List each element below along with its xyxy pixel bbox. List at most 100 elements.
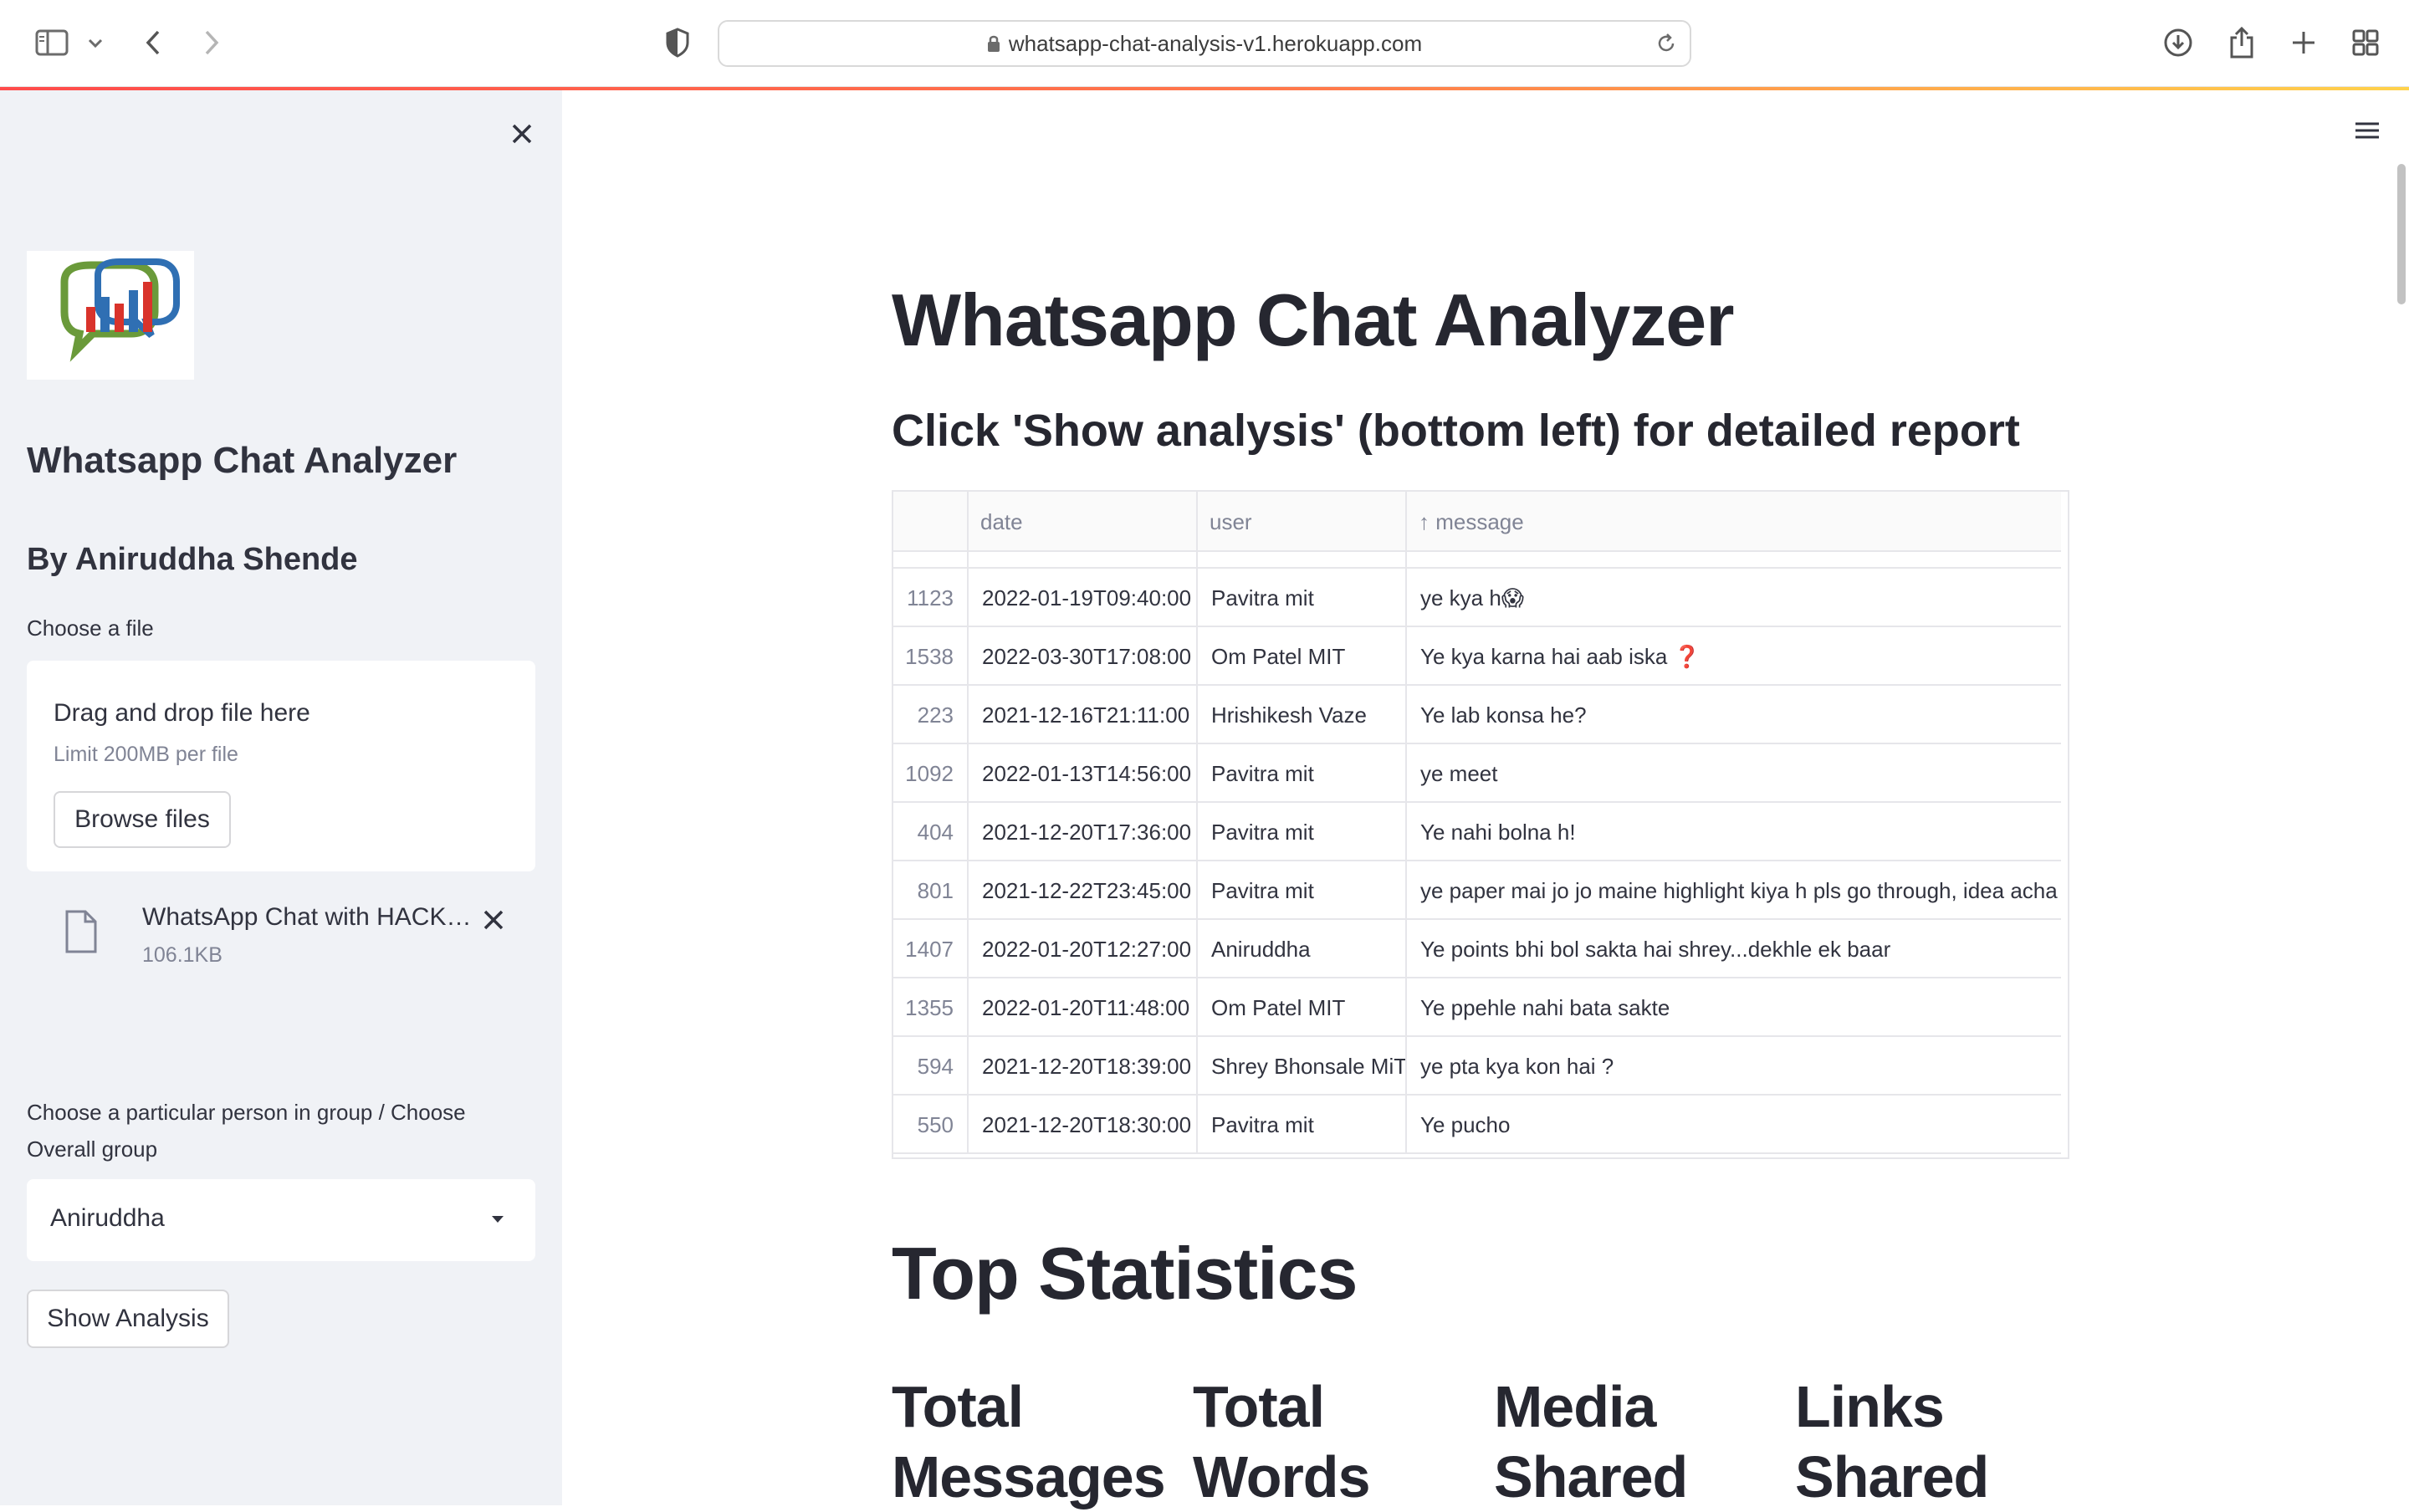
sidebar-author: By Aniruddha Shende xyxy=(27,542,358,577)
person-select[interactable]: Aniruddha xyxy=(27,1179,535,1261)
message-cell[interactable]: ye kya h😱 xyxy=(1407,569,2061,627)
file-uploader-label: Choose a file xyxy=(27,616,154,641)
stat-header-total-words: Total Words xyxy=(1193,1374,1371,1509)
stat-header-total-messages: Total Messages xyxy=(892,1374,1166,1509)
message-cell[interactable]: Ye lab konsa he? xyxy=(1407,686,2061,744)
page-subtitle: Click 'Show analysis' (bottom left) for … xyxy=(892,406,2020,456)
message-cell[interactable]: ye pta kya kon hai ? xyxy=(1407,1037,2061,1096)
row-index-cell[interactable]: 1123 xyxy=(893,569,969,627)
stat-header-media-shared: Media Shared xyxy=(1494,1374,1688,1509)
app-logo xyxy=(27,251,194,380)
reload-icon[interactable] xyxy=(1655,32,1678,55)
table-body[interactable]: 15192022-02-23T18:03:00Hrishikesh Vazeye… xyxy=(893,544,2061,1157)
browse-files-button[interactable]: Browse files xyxy=(54,791,231,848)
table-header: date user ↑ message xyxy=(893,492,2061,552)
date-cell[interactable]: 2022-01-20T11:48:00 xyxy=(969,978,1198,1037)
date-cell[interactable]: 2021-12-16T21:11:00 xyxy=(969,686,1198,744)
user-cell[interactable]: Pavitra mit xyxy=(1198,803,1407,861)
row-index-cell[interactable]: 1407 xyxy=(893,920,969,978)
row-index-cell[interactable]: 1538 xyxy=(893,627,969,686)
date-cell[interactable]: 2021-12-20T17:36:00 xyxy=(969,803,1198,861)
sidebar-toggle-icon[interactable] xyxy=(32,25,72,60)
table-row[interactable]: 1355 2022-01-20T11:48:00 Om Patel MIT Ye pp… xyxy=(893,978,2061,1037)
message-cell[interactable]: Ye kya karna hai aab iska ❓ xyxy=(1407,627,2061,686)
sidebar-title: Whatsapp Chat Analyzer xyxy=(27,440,458,481)
top-statistics-heading: Top Statistics xyxy=(892,1232,1358,1315)
user-cell[interactable]: Om Patel MIT xyxy=(1198,978,1407,1037)
tab-overview-icon[interactable] xyxy=(2349,25,2382,60)
row-index-cell[interactable]: 550 xyxy=(893,1096,969,1154)
table-row[interactable]: 1092 2022-01-13T14:56:00 Pavitra mit ye mee… xyxy=(893,744,2061,803)
row-index-cell[interactable]: 594 xyxy=(893,1037,969,1096)
show-analysis-button[interactable]: Show Analysis xyxy=(27,1290,229,1348)
user-cell[interactable]: Pavitra mit xyxy=(1198,1096,1407,1154)
user-cell[interactable]: Pavitra mit xyxy=(1198,569,1407,627)
chevron-down-icon[interactable] xyxy=(84,32,107,55)
file-icon xyxy=(65,910,97,953)
person-select-value: Aniruddha xyxy=(50,1204,165,1232)
user-cell[interactable]: Om Patel MIT xyxy=(1198,627,1407,686)
user-cell[interactable]: Aniruddha xyxy=(1198,920,1407,978)
new-tab-plus-icon[interactable] xyxy=(2287,25,2320,60)
table-row[interactable]: 1407 2022-01-20T12:27:00 Aniruddha Ye point… xyxy=(893,920,2061,978)
sidebar: Whatsapp Chat Analyzer By Aniruddha Shen… xyxy=(0,90,562,1505)
lock-icon xyxy=(987,35,1000,52)
table-row[interactable]: 1538 2022-03-30T17:08:00 Om Patel MIT Ye ky… xyxy=(893,627,2061,686)
url-text: whatsapp-chat-analysis-v1.herokuapp.com xyxy=(1008,30,1423,56)
table-row[interactable]: 550 2021-12-20T18:30:00 Pavitra mit Ye puch… xyxy=(893,1096,2061,1154)
page-title: Whatsapp Chat Analyzer xyxy=(892,278,1734,361)
messages-dataframe[interactable]: 15192022-02-23T18:03:00Hrishikesh Vazeye… xyxy=(892,490,2069,1159)
date-cell[interactable]: 2021-12-22T23:45:00 xyxy=(969,861,1198,920)
table-row[interactable]: 801 2021-12-22T23:45:00 Pavitra mit ye pape… xyxy=(893,861,2061,920)
table-row[interactable]: 404 2021-12-20T17:36:00 Pavitra mit Ye nahi… xyxy=(893,803,2061,861)
user-cell[interactable]: Shrey Bhonsale MiT xyxy=(1198,1037,1407,1096)
caret-down-icon xyxy=(492,1216,504,1223)
column-header-user[interactable]: user xyxy=(1198,492,1407,552)
table-row[interactable]: 1123 2022-01-19T09:40:00 Pavitra mit ye kya… xyxy=(893,569,2061,627)
forward-arrow-icon[interactable] xyxy=(196,25,228,60)
date-cell[interactable]: 2022-01-20T12:27:00 xyxy=(969,920,1198,978)
stat-header-links-shared: Links Shared xyxy=(1795,1374,1989,1509)
row-index-cell[interactable]: 1092 xyxy=(893,744,969,803)
dropzone-limit: Limit 200MB per file xyxy=(54,743,238,766)
row-index-cell[interactable]: 801 xyxy=(893,861,969,920)
message-cell[interactable]: Ye ppehle nahi bata sakte xyxy=(1407,978,2061,1037)
person-select-label: Choose a particular person in group / Ch… xyxy=(27,1100,466,1162)
message-cell[interactable]: ye paper mai jo jo maine highlight kiya … xyxy=(1407,861,2061,920)
user-cell[interactable]: Pavitra mit xyxy=(1198,861,1407,920)
user-cell[interactable]: Hrishikesh Vaze xyxy=(1198,686,1407,744)
share-icon[interactable] xyxy=(2225,23,2258,62)
page-scrollbar[interactable] xyxy=(2397,164,2406,304)
address-bar[interactable]: whatsapp-chat-analysis-v1.herokuapp.com xyxy=(718,20,1691,67)
hamburger-menu-icon[interactable] xyxy=(2350,114,2384,147)
row-index-cell[interactable]: 223 xyxy=(893,686,969,744)
close-sidebar-icon[interactable] xyxy=(504,115,540,152)
column-header-date[interactable]: date xyxy=(969,492,1198,552)
back-arrow-icon[interactable] xyxy=(137,25,169,60)
date-cell[interactable]: 2022-03-30T17:08:00 xyxy=(969,627,1198,686)
user-cell[interactable]: Pavitra mit xyxy=(1198,744,1407,803)
message-cell[interactable]: Ye pucho xyxy=(1407,1096,2061,1154)
browser-toolbar: whatsapp-chat-analysis-v1.herokuapp.com xyxy=(0,0,2409,87)
dropzone-title: Drag and drop file here xyxy=(54,699,310,727)
message-cell[interactable]: ye meet xyxy=(1407,744,2061,803)
uploaded-file-size: 106.1KB xyxy=(142,943,222,967)
privacy-shield-icon[interactable] xyxy=(661,25,694,60)
message-cell[interactable]: Ye nahi bolna h! xyxy=(1407,803,2061,861)
table-row[interactable]: 223 2021-12-16T21:11:00 Hrishikesh Vaze Ye … xyxy=(893,686,2061,744)
column-header-message[interactable]: ↑ message xyxy=(1407,492,2061,552)
uploaded-file-item: WhatsApp Chat with HACKA... 106.1KB xyxy=(27,893,535,985)
message-cell[interactable]: Ye points bhi bol sakta hai shrey...dekh… xyxy=(1407,920,2061,978)
index-column-header xyxy=(893,492,969,552)
uploaded-file-name: WhatsApp Chat with HACKA... xyxy=(142,903,477,931)
table-row[interactable]: 594 2021-12-20T18:39:00 Shrey Bhonsale MiT… xyxy=(893,1037,2061,1096)
row-index-cell[interactable]: 404 xyxy=(893,803,969,861)
remove-file-icon[interactable] xyxy=(477,903,510,937)
file-dropzone[interactable]: Drag and drop file here Limit 200MB per … xyxy=(27,661,535,871)
download-icon[interactable] xyxy=(2161,25,2195,60)
row-index-cell[interactable]: 1355 xyxy=(893,978,969,1037)
date-cell[interactable]: 2021-12-20T18:30:00 xyxy=(969,1096,1198,1154)
date-cell[interactable]: 2022-01-19T09:40:00 xyxy=(969,569,1198,627)
date-cell[interactable]: 2021-12-20T18:39:00 xyxy=(969,1037,1198,1096)
date-cell[interactable]: 2022-01-13T14:56:00 xyxy=(969,744,1198,803)
